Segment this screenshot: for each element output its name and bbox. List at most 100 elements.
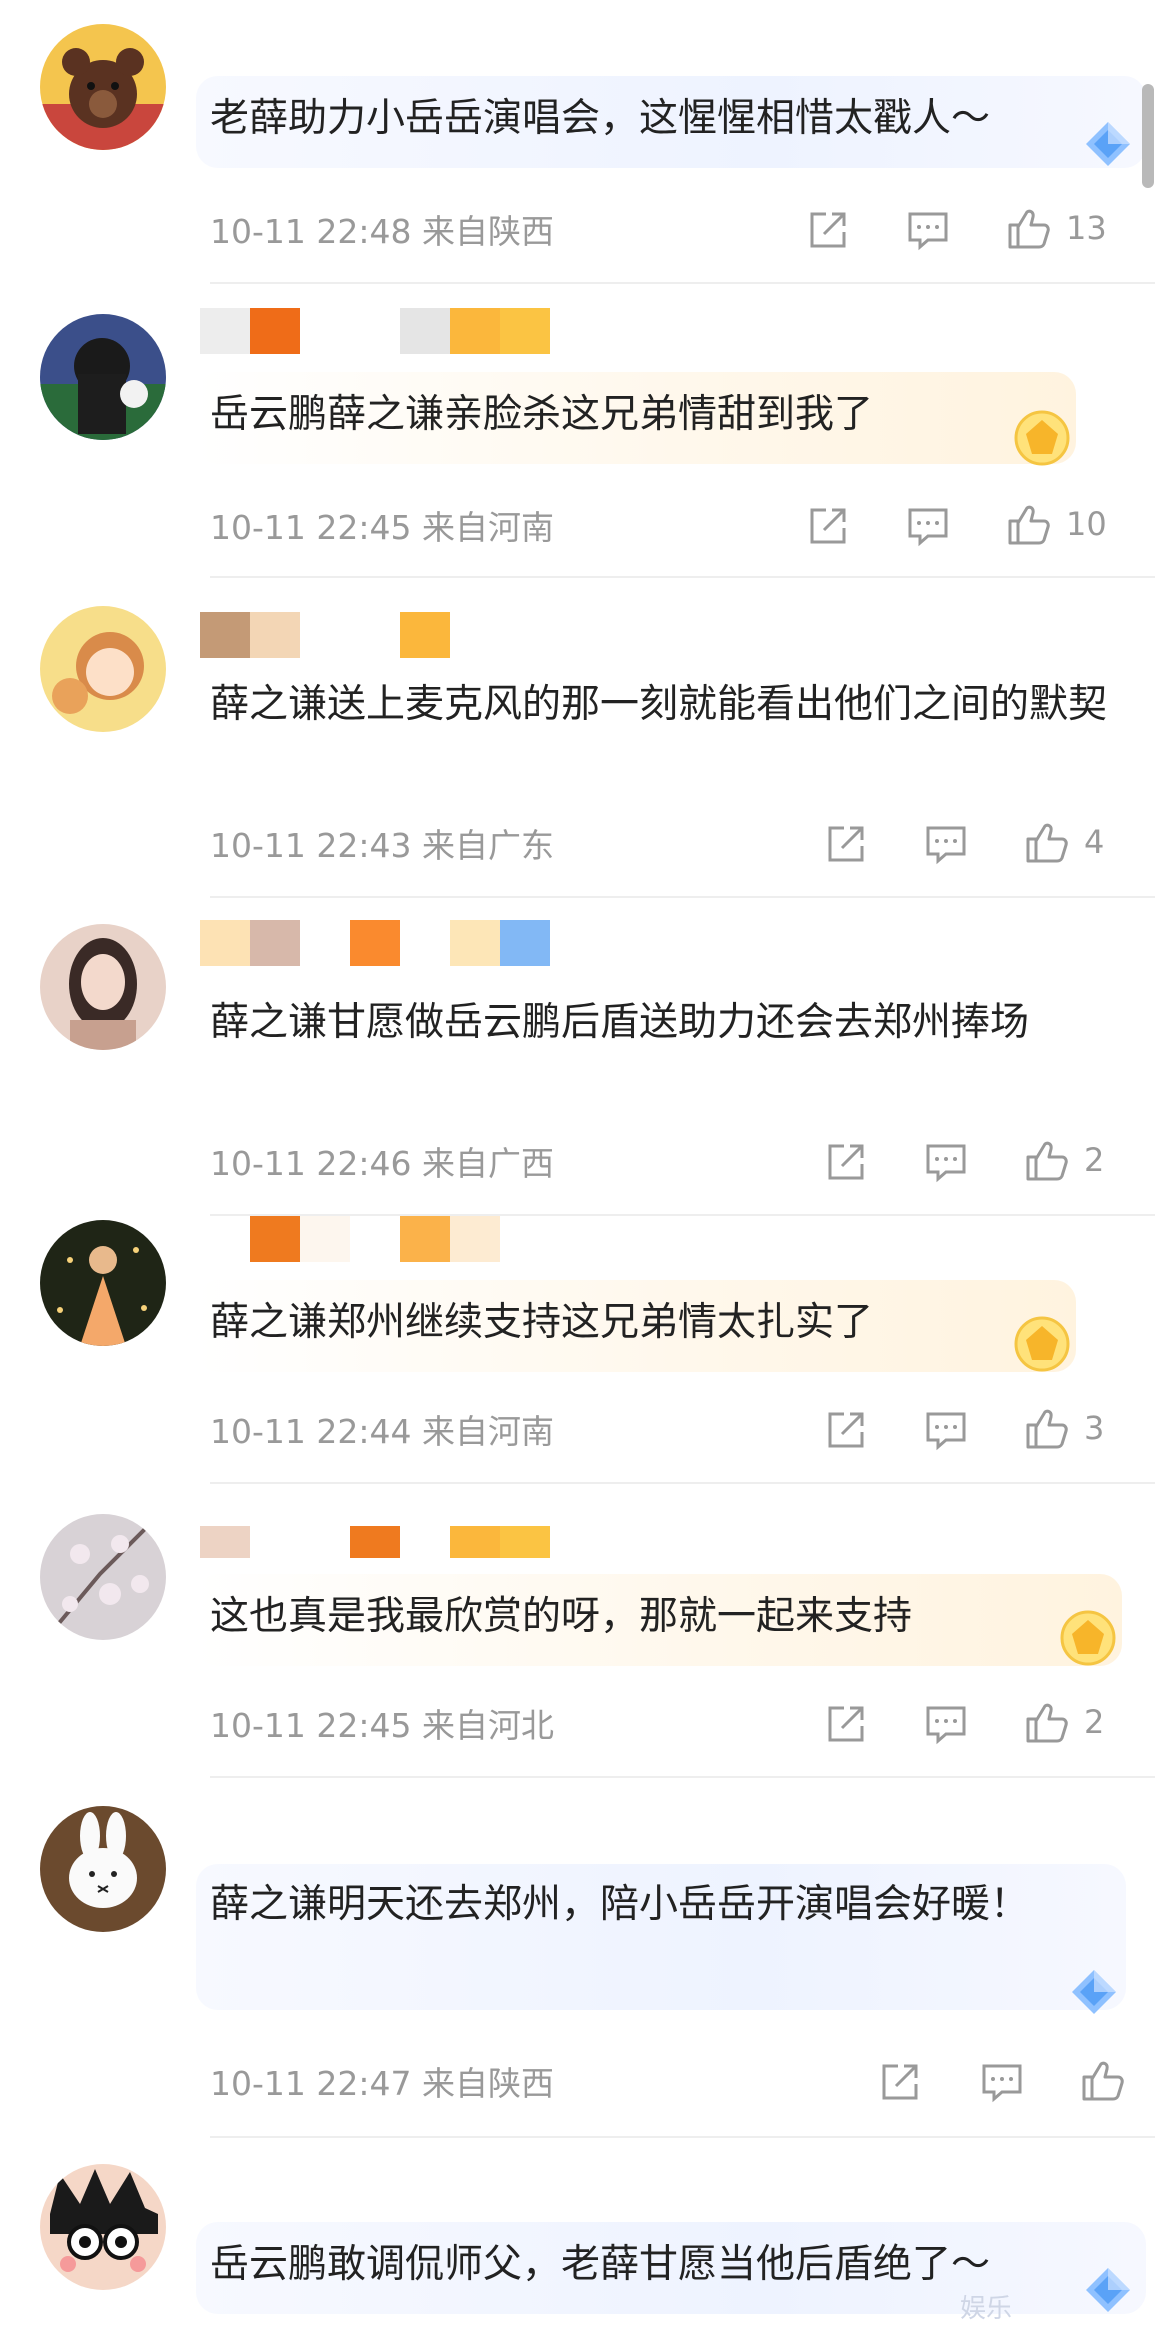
comment-time: 10-11 22:45 — [210, 508, 412, 547]
comment-meta: 10-11 22:48 来自陕西 — [210, 212, 554, 252]
like-count: 10 — [1066, 505, 1107, 543]
divider — [210, 576, 1155, 578]
share-icon — [828, 826, 864, 862]
comment-location: 来自陕西 — [421, 212, 554, 251]
diamond-icon — [1086, 2268, 1130, 2312]
username-masked — [200, 920, 550, 966]
like-button[interactable]: 13 — [1006, 206, 1107, 250]
reply-button[interactable] — [924, 822, 968, 866]
like-button[interactable]: 3 — [1024, 1406, 1104, 1450]
share-icon — [810, 212, 846, 248]
gold-medal-icon — [1014, 1316, 1070, 1372]
comment-meta: 10-11 22:45 来自河南 — [210, 508, 554, 548]
like-count: 2 — [1084, 1141, 1105, 1179]
like-button[interactable] — [1080, 2058, 1140, 2102]
comment-meta: 10-11 22:43 来自广东 — [210, 826, 554, 866]
thumbs-up-icon — [1008, 209, 1050, 249]
avatar[interactable] — [40, 2164, 166, 2290]
comment-icon — [926, 1144, 966, 1183]
share-button[interactable] — [878, 2060, 922, 2104]
like-count: 4 — [1084, 823, 1105, 861]
like-count: 13 — [1066, 209, 1107, 247]
share-icon — [828, 1412, 864, 1448]
comment-text: 老薛助力小岳岳演唱会，这惺惺相惜太戳人～ — [210, 96, 991, 141]
like-count: 3 — [1084, 1409, 1105, 1447]
avatar[interactable] — [40, 24, 166, 150]
share-button[interactable] — [824, 822, 868, 866]
gold-medal-icon — [1014, 410, 1070, 466]
scrollbar[interactable] — [1142, 84, 1154, 188]
gold-medal-icon — [1060, 1610, 1116, 1666]
comment-location: 来自陕西 — [421, 2064, 554, 2103]
reply-button[interactable] — [906, 504, 950, 548]
comment-location: 来自广西 — [421, 1144, 554, 1183]
avatar[interactable] — [40, 1514, 166, 1640]
like-button[interactable]: 2 — [1024, 1700, 1104, 1744]
avatar[interactable] — [40, 924, 166, 1050]
like-count: 2 — [1084, 1703, 1105, 1741]
comment-icon — [908, 508, 948, 547]
avatar[interactable] — [40, 606, 166, 732]
reply-button[interactable] — [924, 1408, 968, 1452]
comment-location: 来自河南 — [421, 1412, 554, 1451]
avatar[interactable] — [40, 1806, 166, 1932]
comment-text: 薛之谦送上麦克风的那一刻就能看出他们之间的默契 — [210, 682, 1108, 727]
reply-button[interactable] — [924, 1140, 968, 1184]
share-button[interactable] — [824, 1408, 868, 1452]
comment-icon — [926, 826, 966, 865]
reply-button[interactable] — [980, 2060, 1024, 2104]
comment-meta: 10-11 22:46 来自广西 — [210, 1144, 554, 1184]
reply-button[interactable] — [924, 1702, 968, 1746]
comment-text: 薛之谦郑州继续支持这兄弟情太扎实了 — [210, 1300, 874, 1345]
share-icon — [828, 1144, 864, 1180]
username-masked — [200, 612, 450, 658]
comment-text: 这也真是我最欣赏的呀，那就一起来支持 — [210, 1594, 913, 1639]
comment-meta: 10-11 22:45 来自河北 — [210, 1706, 554, 1746]
divider — [210, 1482, 1155, 1484]
thumbs-up-icon — [1008, 505, 1050, 545]
thumbs-up-icon — [1026, 1703, 1068, 1743]
username-masked — [200, 308, 550, 354]
username-masked — [200, 1216, 500, 1262]
comment-text: 薛之谦明天还去郑州，陪小岳岳开演唱会好暖！ — [210, 1882, 1030, 1927]
share-button[interactable] — [806, 504, 850, 548]
comment-time: 10-11 22:48 — [210, 212, 412, 251]
comment-text: 岳云鹏薛之谦亲脸杀这兄弟情甜到我了 — [210, 392, 874, 437]
comment-icon — [982, 2064, 1022, 2103]
divider — [210, 282, 1155, 284]
share-icon — [810, 508, 846, 544]
comment-icon — [908, 212, 948, 251]
share-icon — [828, 1706, 864, 1742]
thumbs-up-icon — [1026, 1141, 1068, 1181]
thumbs-up-icon — [1082, 2061, 1124, 2101]
like-button[interactable]: 2 — [1024, 1138, 1104, 1182]
like-button[interactable]: 4 — [1024, 820, 1104, 864]
username-masked — [200, 1526, 550, 1558]
share-button[interactable] — [806, 208, 850, 252]
reply-button[interactable] — [906, 208, 950, 252]
divider — [210, 1776, 1155, 1778]
comment-text: 薛之谦甘愿做岳云鹏后盾送助力还会去郑州捧场 — [210, 1000, 1030, 1045]
comment-icon — [926, 1706, 966, 1745]
comment-time: 10-11 22:46 — [210, 1144, 412, 1183]
comment-meta: 10-11 22:47 来自陕西 — [210, 2064, 554, 2104]
comment-location: 来自河南 — [421, 508, 554, 547]
divider — [210, 2136, 1155, 2138]
comment-feed: 老薛助力小岳岳演唱会，这惺惺相惜太戳人～ 10-11 22:48 来自陕西 13 — [0, 0, 1172, 2324]
share-icon — [882, 2064, 918, 2100]
like-button[interactable]: 10 — [1006, 502, 1107, 546]
comment-time: 10-11 22:47 — [210, 2064, 412, 2103]
comment-time: 10-11 22:43 — [210, 826, 412, 865]
share-button[interactable] — [824, 1140, 868, 1184]
comment-time: 10-11 22:45 — [210, 1706, 412, 1745]
comment-meta: 10-11 22:44 来自河南 — [210, 1412, 554, 1452]
comment-location: 来自河北 — [421, 1706, 554, 1745]
avatar[interactable] — [40, 314, 166, 440]
thumbs-up-icon — [1026, 823, 1068, 863]
avatar[interactable] — [40, 1220, 166, 1346]
comment-location: 来自广东 — [421, 826, 554, 865]
share-button[interactable] — [824, 1702, 868, 1746]
comment-time: 10-11 22:44 — [210, 1412, 412, 1451]
diamond-icon — [1086, 122, 1130, 166]
diamond-icon — [1072, 1970, 1116, 2014]
